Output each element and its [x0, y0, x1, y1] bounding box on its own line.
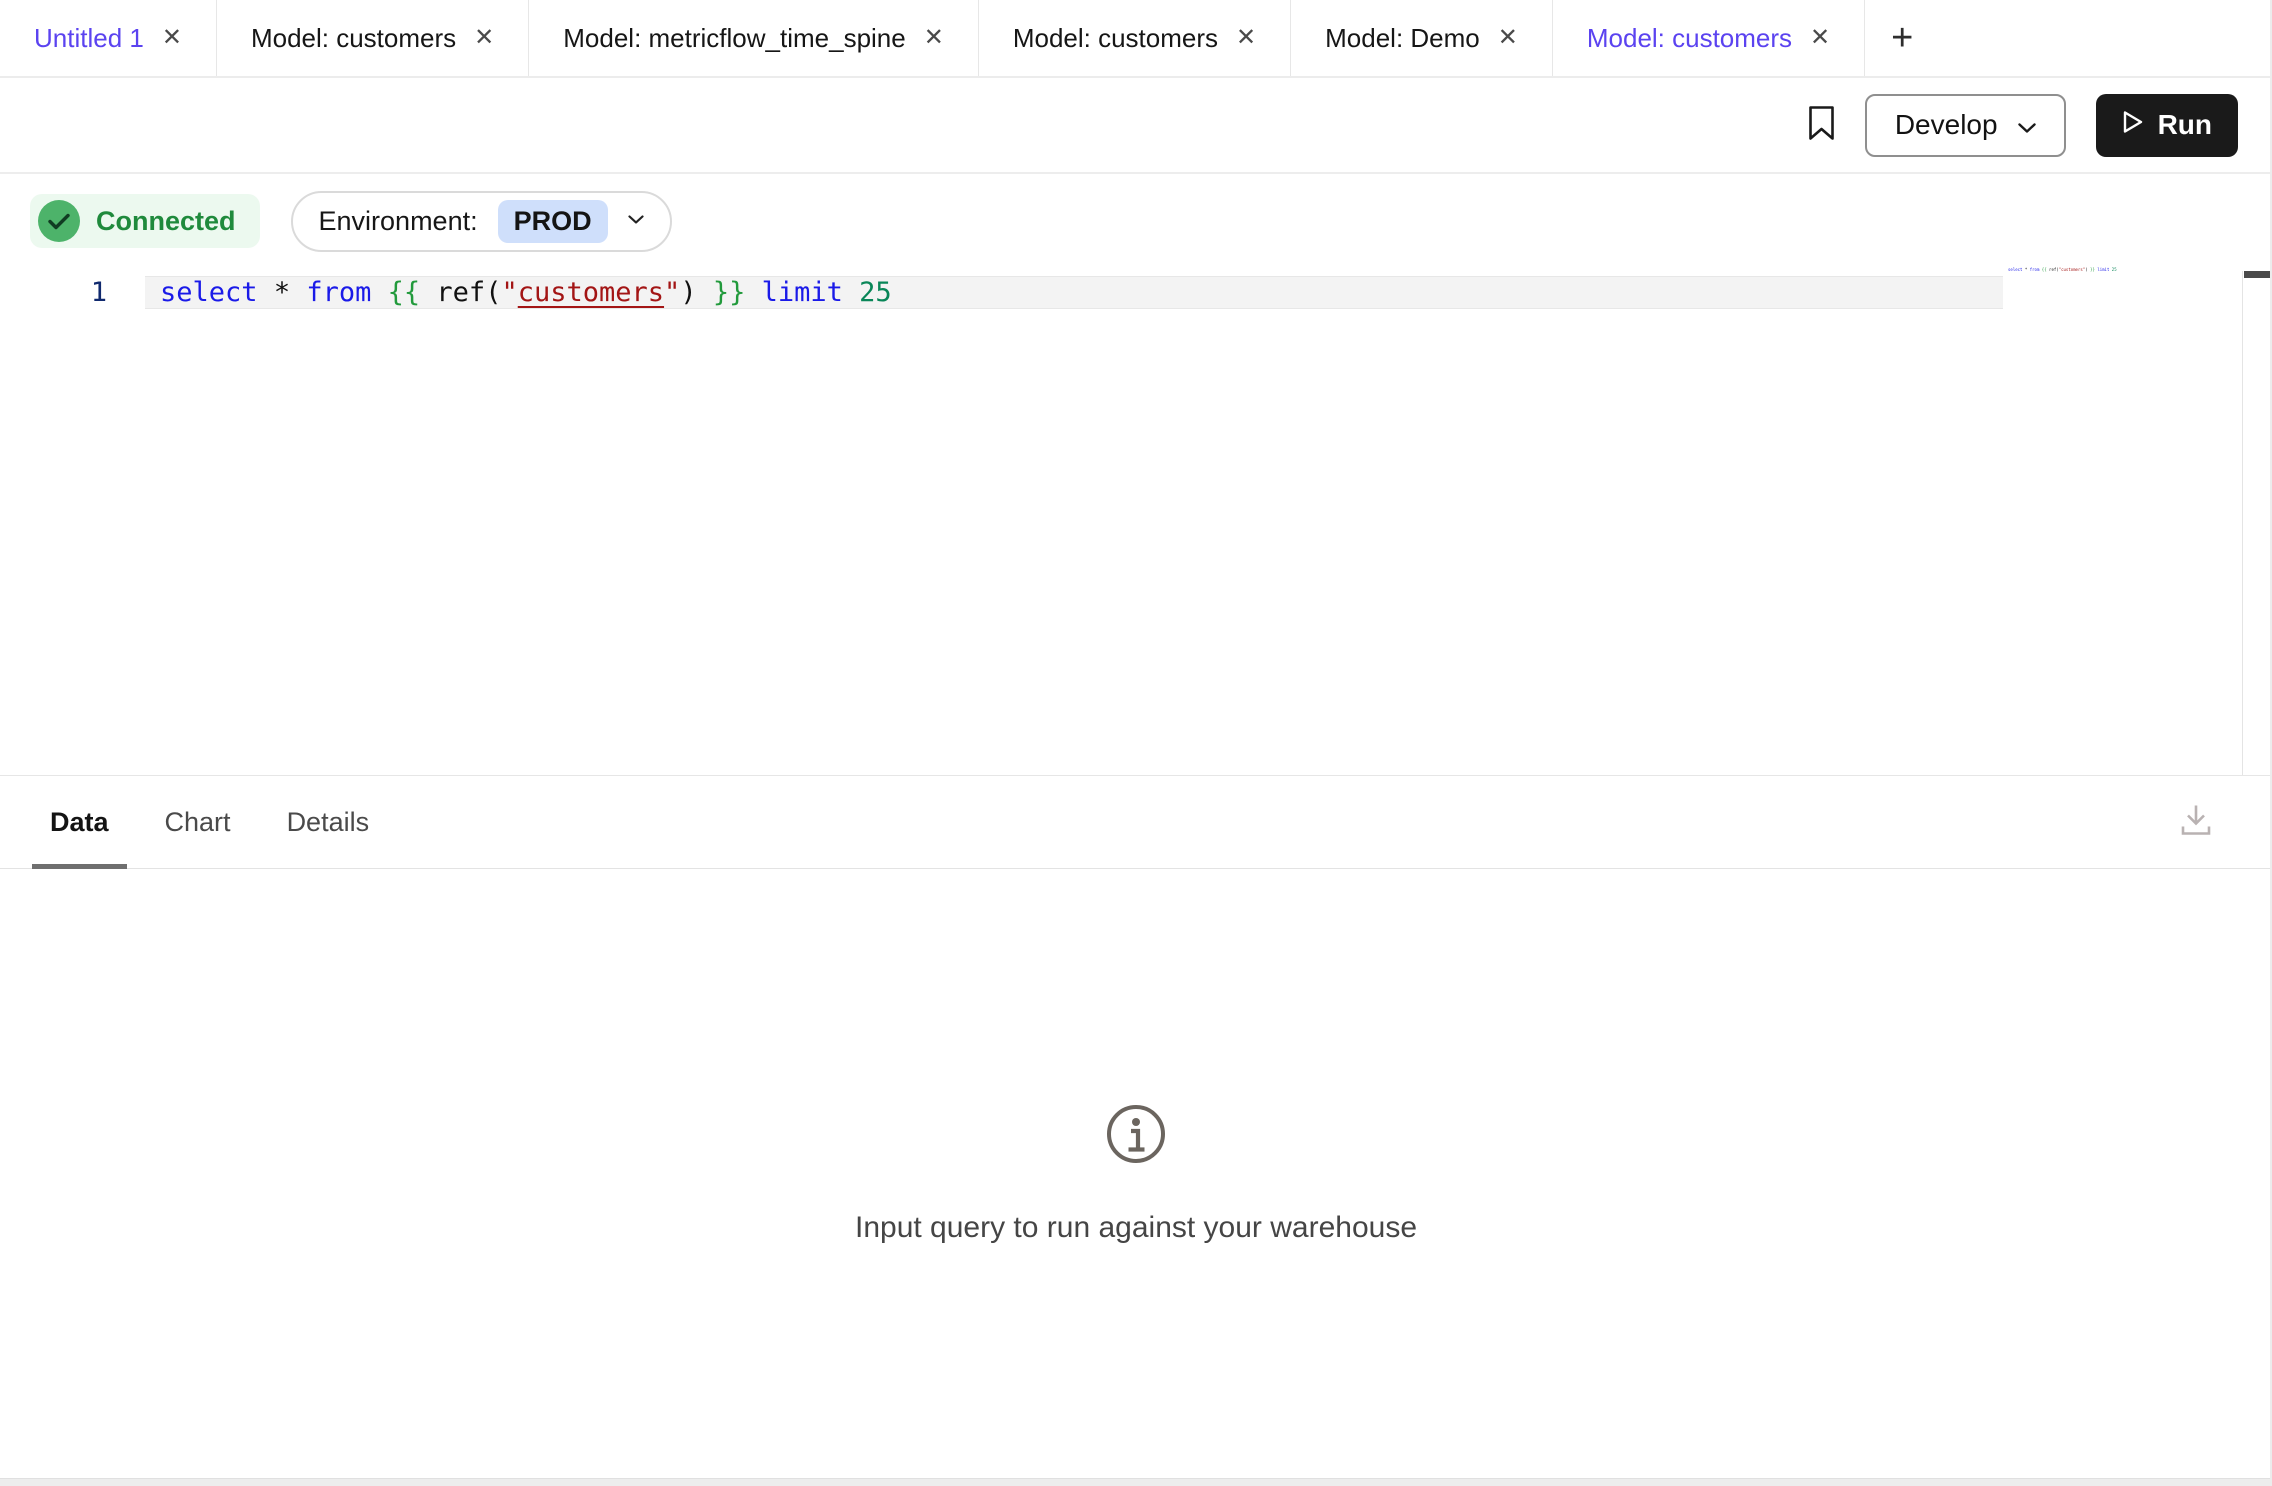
tab-label: Model: customers [1013, 23, 1218, 54]
close-icon[interactable]: ✕ [1236, 26, 1256, 50]
code-token: select [160, 277, 258, 308]
close-icon[interactable]: ✕ [474, 26, 494, 50]
editor-tab-0[interactable]: Untitled 1 ✕ [0, 0, 217, 76]
code-token: customers [2061, 267, 2083, 272]
window-bottom-edge [0, 1478, 2272, 1486]
run-button[interactable]: Run [2096, 94, 2238, 157]
tab-label: Untitled 1 [34, 23, 144, 54]
develop-button[interactable]: Develop [1865, 94, 2066, 157]
play-icon [2122, 109, 2144, 141]
code-token [420, 277, 436, 308]
code-token [697, 277, 713, 308]
tab-label: Model: Demo [1325, 23, 1480, 54]
code-token: 25 [2112, 267, 2117, 272]
results-tab-chart[interactable]: Chart [147, 776, 249, 868]
check-circle-icon [38, 200, 80, 242]
editor-tab-bar: Untitled 1✕Model: customers✕Model: metri… [0, 0, 2272, 78]
code-token [843, 277, 859, 308]
results-panel: DataChartDetails Input query to run agai… [0, 775, 2272, 1476]
active-code-line[interactable]: select * from {{ ref("customers") }} lim… [145, 276, 2003, 309]
code-token: {{ [388, 277, 421, 308]
toolbar: Develop Run [0, 78, 2272, 174]
empty-state-message: Input query to run against your warehous… [855, 1211, 1417, 1245]
download-results-button[interactable] [2178, 802, 2214, 843]
results-tab-details[interactable]: Details [269, 776, 388, 868]
connection-status-badge: Connected [30, 194, 260, 248]
code-token: " [664, 277, 680, 308]
results-tab-bar: DataChartDetails [0, 776, 2272, 869]
code-token: }} [713, 277, 746, 308]
code-token: from [2030, 267, 2040, 272]
editor-scrollbar[interactable] [2242, 271, 2272, 775]
code-token: from [306, 277, 371, 308]
close-icon[interactable]: ✕ [1498, 26, 1518, 50]
editor-minimap[interactable]: select * from {{ ref("customers") }} lim… [2008, 267, 2128, 273]
chevron-down-icon [2018, 109, 2036, 141]
editor-tab-4[interactable]: Model: Demo ✕ [1291, 0, 1553, 76]
code-line-row: 1 select * from {{ ref("customers") }} l… [0, 276, 2272, 309]
develop-button-label: Develop [1895, 109, 1998, 141]
code-token: ( [485, 277, 501, 308]
download-icon [2178, 802, 2214, 843]
code-token: customers [518, 277, 664, 308]
close-icon[interactable]: ✕ [924, 26, 944, 50]
scrollbar-thumb[interactable] [2244, 271, 2272, 278]
code-token: 25 [859, 277, 892, 308]
plus-icon: + [1891, 17, 1913, 60]
code-token: select [2008, 267, 2022, 272]
environment-label: Environment: [319, 206, 478, 237]
close-icon[interactable]: ✕ [1810, 26, 1830, 50]
code-token: " [501, 277, 517, 308]
editor-status-row: Connected Environment: PROD [0, 174, 2272, 252]
close-icon[interactable]: ✕ [162, 26, 182, 50]
code-token: * [274, 277, 290, 308]
code-token [745, 277, 761, 308]
tab-label: Model: metricflow_time_spine [563, 23, 905, 54]
code-token [371, 277, 387, 308]
code-token [290, 277, 306, 308]
editor-tab-5[interactable]: Model: customers ✕ [1553, 0, 1865, 76]
new-tab-button[interactable]: + [1865, 0, 1939, 76]
code-editor[interactable]: 1 select * from {{ ref("customers") }} l… [0, 276, 2272, 309]
run-button-label: Run [2158, 109, 2212, 141]
sql-editor-pane: Connected Environment: PROD 1 select * f… [0, 174, 2272, 775]
bookmark-button[interactable] [1808, 105, 1835, 146]
bookmark-icon [1808, 105, 1835, 146]
environment-value-chip: PROD [498, 200, 608, 243]
tab-label: Model: customers [1587, 23, 1792, 54]
tab-label: Model: customers [251, 23, 456, 54]
code-token: ) [680, 277, 696, 308]
code-token: ref [436, 277, 485, 308]
connection-status-label: Connected [96, 206, 236, 237]
editor-tab-3[interactable]: Model: customers ✕ [979, 0, 1291, 76]
editor-tab-1[interactable]: Model: customers ✕ [217, 0, 529, 76]
results-tab-data[interactable]: Data [32, 776, 127, 868]
code-token: limit [2097, 267, 2109, 272]
chevron-down-icon [628, 212, 644, 230]
line-number: 1 [0, 277, 145, 308]
code-token [258, 277, 274, 308]
editor-tab-2[interactable]: Model: metricflow_time_spine ✕ [529, 0, 979, 76]
code-token: limit [762, 277, 843, 308]
info-icon [1104, 1102, 1168, 1171]
results-empty-state: Input query to run against your warehous… [0, 869, 2272, 1245]
environment-selector[interactable]: Environment: PROD [291, 191, 672, 252]
